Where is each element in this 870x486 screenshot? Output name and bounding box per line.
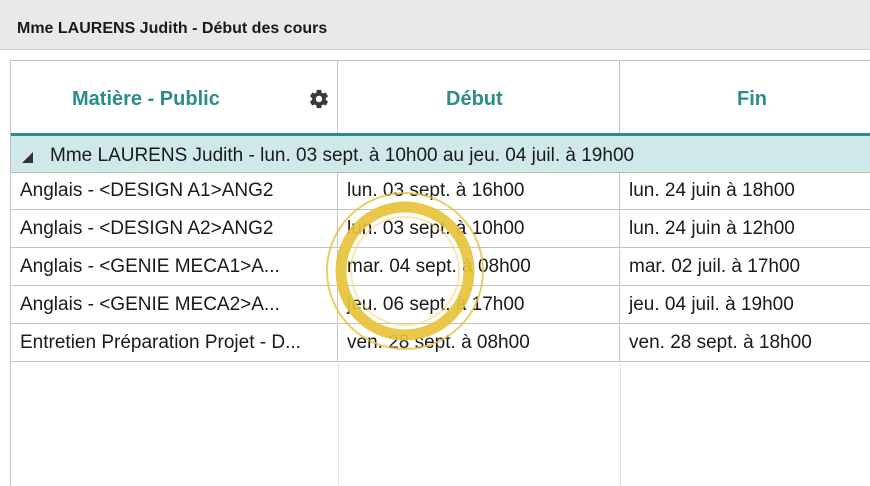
title-bar: Mme LAURENS Judith - Début des cours bbox=[0, 0, 870, 50]
column-header-label: Début bbox=[446, 88, 503, 110]
column-divider bbox=[338, 363, 339, 486]
cell-debut: lun. 03 sept. à 16h00 bbox=[338, 173, 620, 209]
cell-debut: lun. 03 sept. à 10h00 bbox=[338, 211, 620, 247]
window-title: Mme LAURENS Judith - Début des cours bbox=[17, 20, 328, 37]
group-row-teacher[interactable]: Mme LAURENS Judith - lun. 03 sept. à 10h… bbox=[11, 136, 870, 173]
cell-debut: mar. 04 sept. à 08h00 bbox=[338, 249, 620, 285]
cell-matiere: Entretien Préparation Projet - D... bbox=[11, 325, 338, 361]
cell-matiere: Anglais - <GENIE MECA2>A... bbox=[11, 287, 338, 323]
table-row[interactable]: Entretien Préparation Projet - D... ven.… bbox=[11, 325, 870, 362]
cell-fin: jeu. 04 juil. à 19h00 bbox=[629, 294, 794, 315]
table-header: Matière - Public Début Fin bbox=[11, 61, 870, 136]
table-row[interactable]: Anglais - <GENIE MECA1>A... mar. 04 sept… bbox=[11, 249, 870, 286]
column-header-label: Matière - Public bbox=[72, 88, 220, 110]
cell-fin: lun. 24 juin à 18h00 bbox=[629, 180, 795, 201]
table-row[interactable]: Anglais - <DESIGN A1>ANG2 lun. 03 sept. … bbox=[11, 173, 870, 210]
cell-fin: mar. 02 juil. à 17h00 bbox=[629, 256, 801, 277]
cell-fin: lun. 24 juin à 12h00 bbox=[629, 218, 795, 239]
column-divider bbox=[620, 363, 621, 486]
table-row[interactable]: Anglais - <GENIE MECA2>A... jeu. 06 sept… bbox=[11, 287, 870, 324]
cell-matiere: Anglais - <DESIGN A2>ANG2 bbox=[11, 211, 338, 247]
cell-fin: ven. 28 sept. à 18h00 bbox=[629, 332, 812, 353]
column-header-debut[interactable]: Début bbox=[338, 61, 620, 133]
cell-matiere: Anglais - <GENIE MECA1>A... bbox=[11, 249, 338, 285]
table-row[interactable]: Anglais - <DESIGN A2>ANG2 lun. 03 sept. … bbox=[11, 211, 870, 248]
group-label: Mme LAURENS Judith - lun. 03 sept. à 10h… bbox=[50, 145, 635, 166]
cell-matiere: Anglais - <DESIGN A1>ANG2 bbox=[11, 173, 338, 209]
column-header-label: Fin bbox=[737, 88, 767, 110]
column-header-fin[interactable]: Fin bbox=[620, 61, 870, 133]
cell-debut: ven. 28 sept. à 08h00 bbox=[338, 325, 620, 361]
courses-grid: Matière - Public Début Fin Mme LAURENS J… bbox=[10, 60, 870, 486]
column-header-matiere-public[interactable]: Matière - Public bbox=[11, 61, 338, 133]
triangle-down-icon[interactable] bbox=[22, 152, 33, 163]
cell-debut: jeu. 06 sept. à 17h00 bbox=[338, 287, 620, 323]
empty-grid-area bbox=[11, 363, 870, 486]
gear-icon[interactable] bbox=[308, 88, 330, 110]
